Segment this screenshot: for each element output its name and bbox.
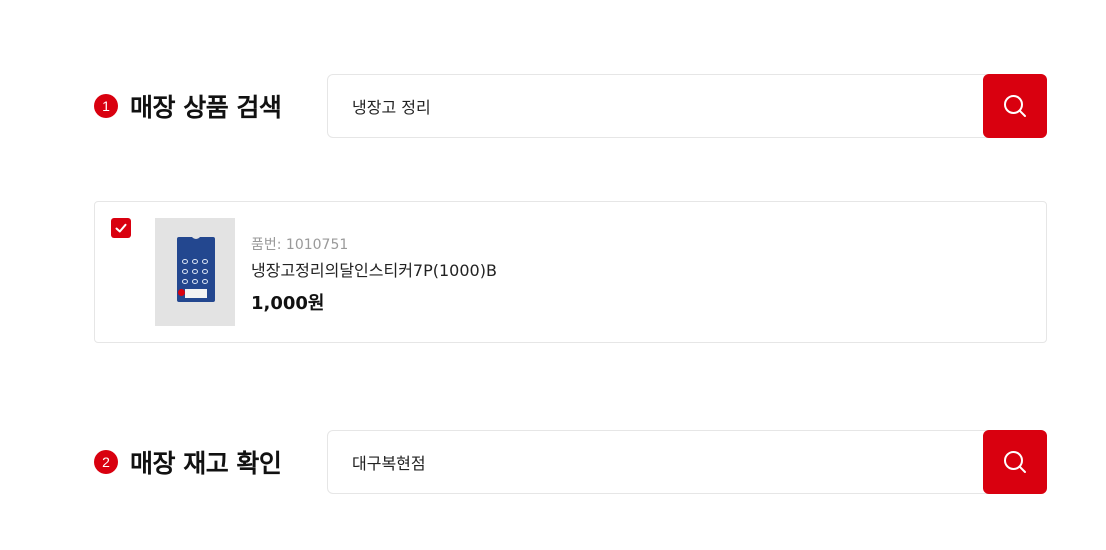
- check-icon: [115, 223, 127, 233]
- product-search-button[interactable]: [983, 74, 1047, 138]
- search-result-card[interactable]: 품번: 1010751 냉장고정리의달인스티커7P(1000)B 1,000원: [94, 201, 1047, 343]
- product-search-input[interactable]: [328, 75, 984, 137]
- product-name: 냉장고정리의달인스티커7P(1000)B: [251, 261, 497, 280]
- store-stock-check-section: 2 매장 재고 확인: [94, 430, 1047, 494]
- store-search-input[interactable]: [328, 431, 984, 493]
- store-product-search-section: 1 매장 상품 검색: [94, 74, 1047, 138]
- store-search-button[interactable]: [983, 430, 1047, 494]
- section-title-group: 1 매장 상품 검색: [94, 74, 282, 138]
- product-code: 품번: 1010751: [251, 237, 349, 253]
- store-search-box: [327, 430, 1047, 494]
- product-search-box: [327, 74, 1047, 138]
- section-title-group: 2 매장 재고 확인: [94, 430, 282, 494]
- step-badge-2: 2: [94, 450, 118, 474]
- section-title: 매장 재고 확인: [130, 449, 282, 478]
- product-package-image: [177, 234, 215, 302]
- step-badge-1: 1: [94, 94, 118, 118]
- search-icon: [1004, 451, 1026, 473]
- product-price: 1,000원: [251, 293, 325, 314]
- search-icon: [1004, 95, 1026, 117]
- product-thumbnail: [155, 218, 235, 326]
- result-checkbox[interactable]: [111, 218, 131, 238]
- section-title: 매장 상품 검색: [130, 93, 282, 122]
